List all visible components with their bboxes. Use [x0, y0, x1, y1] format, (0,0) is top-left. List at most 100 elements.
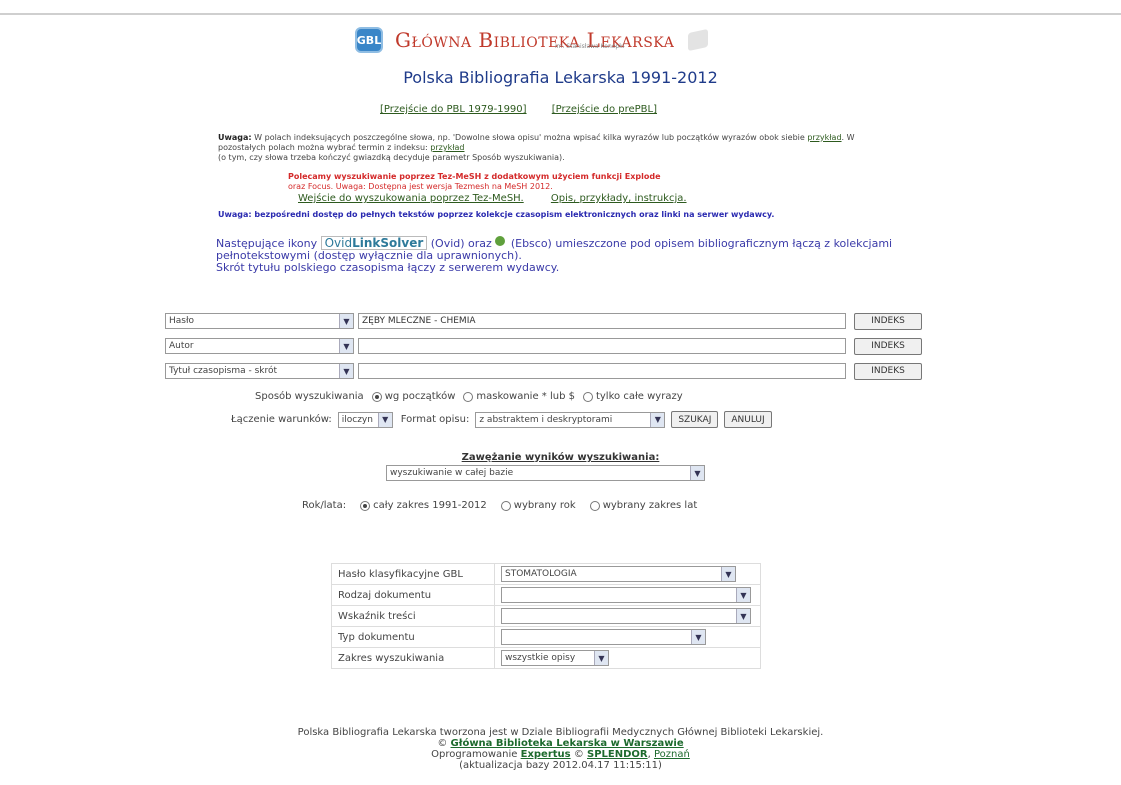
tezmesh-links: Wejście do wyszukowania poprzez Tez-MeSH…	[298, 193, 711, 204]
search-input-1[interactable]: ZĘBY MLECZNE - CHEMIA	[358, 313, 846, 329]
fulltext-note: Uwaga: bezpośredni dostęp do pełnych tek…	[218, 210, 775, 219]
filter-label: Hasło klasyfikacyjne GBL	[331, 563, 495, 585]
format-select[interactable]: z abstraktem i deskryptorami ▼	[475, 411, 666, 428]
index-button-1[interactable]: INDEKS	[854, 312, 922, 330]
tezmesh-recommendation: Polecamy wyszukiwanie poprzez Tez-MeSH z…	[288, 172, 661, 192]
cancel-button[interactable]: ANULUJ	[724, 411, 772, 428]
field-select-3[interactable]: Tytuł czasopisma - skrót ▼	[165, 363, 354, 379]
year-radio-single[interactable]	[500, 500, 511, 511]
mode-option-mask: maskowanie * lub $	[476, 391, 575, 402]
gbl-class-select[interactable]: STOMATOLOGIA ▼	[501, 566, 736, 582]
scope-select[interactable]: wszystkie opisy ▼	[501, 650, 609, 666]
table-row: Rodzaj dokumentu ▼	[331, 584, 761, 606]
index-button-3[interactable]: INDEKS	[854, 362, 922, 380]
year-option-range: wybrany zakres lat	[602, 500, 698, 511]
search-row-3: Tytuł czasopisma - skrót ▼ INDEKS	[165, 362, 922, 380]
note-label: Uwaga:	[218, 133, 252, 142]
combine-label: Łączenie warunków:	[231, 414, 332, 425]
table-row: Hasło klasyfikacyjne GBL STOMATOLOGIA ▼	[331, 563, 761, 585]
filter-cell: wszystkie opisy ▼	[494, 647, 761, 669]
index-button-2[interactable]: INDEKS	[854, 337, 922, 355]
search-row-1: Hasło ▼ ZĘBY MLECZNE - CHEMIA INDEKS	[165, 312, 922, 330]
chevron-down-icon: ▼	[691, 630, 705, 644]
filter-cell: ▼	[494, 605, 761, 627]
book-icon	[688, 28, 709, 52]
format-value: z abstraktem i deskryptorami	[479, 414, 613, 425]
content-indicator-select[interactable]: ▼	[501, 608, 751, 624]
chevron-down-icon: ▼	[690, 466, 704, 480]
field-select-1[interactable]: Hasło ▼	[165, 313, 354, 329]
linksolver-label: LinkSolver	[352, 236, 424, 250]
field-select-2[interactable]: Autor ▼	[165, 338, 354, 354]
link-prepbl[interactable]: [Przejście do prePBL]	[552, 104, 657, 115]
recommendation-line-1: Polecamy wyszukiwanie poprzez Tez-MeSH z…	[288, 172, 661, 181]
doc-type-select[interactable]: ▼	[501, 629, 706, 645]
filter-label: Zakres wyszukiwania	[331, 647, 495, 669]
filter-cell: STOMATOLOGIA ▼	[494, 563, 761, 585]
splendor-link[interactable]: SPLENDOR	[587, 749, 648, 760]
link-pbl-1979-1990[interactable]: [Przejście do PBL 1979-1990]	[380, 104, 527, 115]
mode-radio-mask[interactable]	[463, 391, 474, 402]
mode-radio-prefix[interactable]	[371, 391, 382, 402]
ebsco-icon	[495, 236, 506, 246]
mode-option-prefix: wg początków	[384, 391, 456, 402]
gbl-class-value: STOMATOLOGIA	[505, 569, 577, 579]
mode-radio-whole[interactable]	[582, 391, 593, 402]
instructions-link[interactable]: Opis, przykłady, instrukcja.	[551, 193, 687, 204]
footer-copyright: © Główna Biblioteka Lekarska w Warszawie	[0, 738, 1121, 749]
filter-cell: ▼	[494, 584, 761, 606]
example-link-1[interactable]: przykład	[807, 133, 841, 142]
chevron-down-icon: ▼	[736, 588, 750, 602]
mode-option-whole: tylko całe wyrazy	[595, 391, 683, 402]
chevron-down-icon: ▼	[339, 314, 353, 328]
gbl-logo-icon: GBL	[355, 27, 383, 53]
format-label: Format opisu:	[400, 414, 470, 425]
chevron-down-icon: ▼	[377, 412, 392, 427]
logo-text: Główna Biblioteka Lekarska	[395, 28, 675, 52]
filter-label: Rodzaj dokumentu	[331, 584, 495, 606]
year-radio-range[interactable]	[589, 500, 600, 511]
poznan-link[interactable]: Poznań	[654, 749, 690, 760]
note-text-c: (o tym, czy słowa trzeba kończyć gwiazdk…	[218, 153, 565, 162]
filter-label: Typ dokumentu	[331, 626, 495, 648]
year-range: Rok/lata: cały zakres 1991-2012 wybrany …	[302, 500, 697, 511]
table-row: Zakres wyszukiwania wszystkie opisy ▼	[331, 647, 761, 669]
combine-row: Łączenie warunków: iloczyn ▼ Format opisu…	[231, 411, 772, 428]
years-label: Rok/lata:	[302, 500, 347, 511]
chevron-down-icon: ▼	[339, 339, 353, 353]
search-row-2: Autor ▼ INDEKS	[165, 337, 922, 355]
year-option-single: wybrany rok	[513, 500, 576, 511]
search-input-3[interactable]	[358, 363, 846, 379]
fulltext-icons-info: Następujące ikony OvidLinkSolver (Ovid) …	[216, 236, 916, 274]
field-select-value: Tytuł czasopisma - skrót	[169, 366, 278, 376]
recommendation-line-2: oraz Focus. Uwaga: Dostępna jest wersja …	[288, 182, 553, 191]
logo-subtitle: im. Stanisława Konopki	[555, 43, 625, 50]
top-links: [Przejście do PBL 1979-1990] [Przejście …	[380, 104, 679, 115]
gbl-link[interactable]: Główna Biblioteka Lekarska w Warszawie	[451, 738, 684, 749]
field-select-value: Hasło	[169, 316, 195, 326]
combine-select[interactable]: iloczyn ▼	[337, 411, 393, 428]
header-logo: GBL Główna Biblioteka Lekarska	[355, 20, 709, 60]
search-input-2[interactable]	[358, 338, 846, 354]
search-mode-label: Sposób wyszukiwania	[255, 391, 364, 402]
filter-cell: ▼	[494, 626, 761, 648]
filters-table: Hasło klasyfikacyjne GBL STOMATOLOGIA ▼ R…	[331, 563, 761, 669]
expertus-link[interactable]: Expertus	[521, 749, 571, 760]
table-row: Typ dokumentu ▼	[331, 626, 761, 648]
year-option-all: cały zakres 1991-2012	[373, 500, 487, 511]
ovid-label: Ovid	[324, 236, 353, 250]
chevron-down-icon: ▼	[650, 412, 665, 427]
narrow-select[interactable]: wyszukiwanie w całej bazie ▼	[386, 465, 705, 481]
page-title: Polska Bibliografia Lekarska 1991-2012	[403, 68, 718, 87]
search-note: Uwaga: W polach indeksujących poszczegól…	[218, 133, 898, 163]
scope-value: wszystkie opisy	[505, 653, 576, 663]
tezmesh-search-link[interactable]: Wejście do wyszukowania poprzez Tez-MeSH…	[298, 193, 524, 204]
footer-software: Oprogramowanie Expertus © SPLENDOR, Pozn…	[0, 749, 1121, 760]
footer: Polska Bibliografia Lekarska tworzona je…	[0, 727, 1121, 771]
example-link-2[interactable]: przykład	[430, 143, 464, 152]
year-radio-all[interactable]	[360, 500, 371, 511]
copyright-symbol-2: ©	[573, 749, 584, 760]
search-button[interactable]: SZUKAJ	[671, 411, 719, 428]
chevron-down-icon: ▼	[736, 609, 750, 623]
doc-kind-select[interactable]: ▼	[501, 587, 751, 603]
